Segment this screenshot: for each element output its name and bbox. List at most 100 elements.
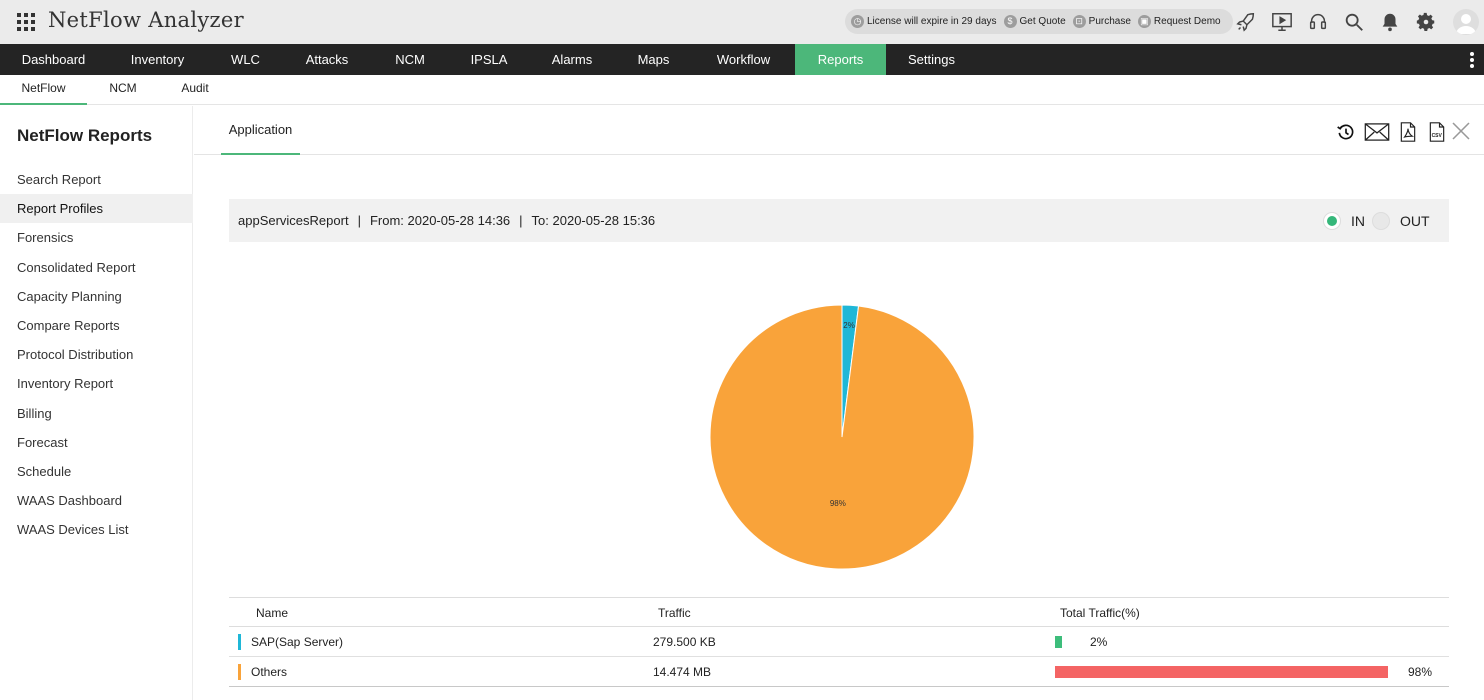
row-traffic: 279.500 KB	[653, 635, 716, 649]
cart-icon: ⊡	[1072, 15, 1086, 28]
sidebar-item-consolidated-report[interactable]: Consolidated Report	[0, 253, 193, 282]
clock-icon: ◷	[851, 15, 864, 28]
gear-icon[interactable]	[1412, 8, 1440, 36]
row-traffic: 14.474 MB	[653, 665, 712, 679]
pie-slice[interactable]	[709, 304, 975, 570]
subnav-netflow[interactable]: NetFlow	[0, 75, 87, 105]
sidebar-item-billing[interactable]: Billing	[0, 399, 193, 428]
license-expiry[interactable]: ◷ License will expire in 29 days	[851, 15, 997, 28]
subnav-audit[interactable]: Audit	[159, 75, 231, 105]
direction-out-option[interactable]: OUT	[1372, 199, 1430, 242]
direction-in-option[interactable]: IN	[1323, 199, 1365, 242]
request-demo-link[interactable]: ▣ Request Demo	[1137, 15, 1221, 28]
sidebar-item-forensics[interactable]: Forensics	[0, 223, 193, 252]
get-quote-label: Get Quote	[1019, 16, 1066, 27]
sidebar-item-inventory-report[interactable]: Inventory Report	[0, 369, 193, 398]
header-traffic[interactable]: Traffic	[658, 598, 691, 628]
row-name: SAP(Sap Server)	[251, 635, 344, 649]
nav-settings[interactable]: Settings	[886, 44, 977, 75]
presentation-icon[interactable]	[1268, 8, 1296, 36]
row-percent: 98%	[1408, 665, 1433, 679]
nav-wlc[interactable]: WLC	[208, 44, 283, 75]
sidebar-item-compare-reports[interactable]: Compare Reports	[0, 311, 193, 340]
out-label: OUT	[1400, 212, 1430, 229]
demo-icon: ▣	[1137, 15, 1151, 28]
request-demo-label: Request Demo	[1153, 16, 1221, 27]
table-row[interactable]: Others 14.474 MB 98%	[229, 657, 1449, 687]
in-radio[interactable]	[1323, 211, 1341, 230]
sidebar-item-waas-devices-list[interactable]: WAAS Devices List	[0, 515, 193, 544]
dollar-icon: $	[1003, 15, 1017, 28]
nav-reports[interactable]: Reports	[795, 44, 886, 75]
report-info-text: appServicesReport | From: 2020-05-28 14:36…	[238, 199, 655, 242]
row-percent: 2%	[1090, 635, 1108, 649]
sidebar-item-forecast[interactable]: Forecast	[0, 428, 193, 457]
search-icon[interactable]	[1340, 8, 1368, 36]
table-row[interactable]: SAP(Sap Server) 279.500 KB 2%	[229, 627, 1449, 657]
traffic-table: Name Traffic Total Traffic(%) SAP(Sap Se…	[229, 597, 1449, 687]
csv-icon[interactable]: CSV	[1425, 120, 1449, 144]
nav-attacks[interactable]: Attacks	[283, 44, 371, 75]
report-name: appServicesReport	[238, 213, 349, 228]
app-title: NetFlow Analyzer	[48, 8, 244, 32]
top-header: NetFlow Analyzer ◷ License will expire i…	[0, 0, 1484, 44]
nav-inventory[interactable]: Inventory	[107, 44, 208, 75]
nav-ncm[interactable]: NCM	[371, 44, 449, 75]
sidebar-item-search-report[interactable]: Search Report	[0, 165, 193, 194]
sidebar-item-capacity-planning[interactable]: Capacity Planning	[0, 282, 193, 311]
header-name[interactable]: Name	[256, 598, 288, 628]
separator: |	[357, 213, 361, 228]
subnav-ncm[interactable]: NCM	[87, 75, 159, 105]
pie-svg: 2% 98%	[709, 304, 975, 570]
user-avatar[interactable]	[1453, 9, 1479, 35]
more-options-icon[interactable]	[1470, 52, 1474, 68]
svg-text:CSV: CSV	[1432, 133, 1443, 139]
nav-ipsla[interactable]: IPSLA	[449, 44, 529, 75]
nav-alarms[interactable]: Alarms	[529, 44, 615, 75]
sidebar-list: Search Report Report Profiles Forensics …	[0, 165, 193, 544]
get-quote-link[interactable]: $ Get Quote	[1003, 15, 1066, 28]
report-content: Application CSV appServicesReport | From: …	[194, 106, 1484, 700]
sidebar-item-protocol-distribution[interactable]: Protocol Distribution	[0, 340, 193, 369]
tab-application[interactable]: Application	[221, 106, 300, 155]
in-label: IN	[1351, 212, 1365, 229]
nav-maps[interactable]: Maps	[615, 44, 692, 75]
row-name: Others	[251, 665, 288, 679]
sidebar-item-report-profiles[interactable]: Report Profiles	[0, 194, 193, 224]
bell-icon[interactable]	[1376, 8, 1404, 36]
sidebar-title: NetFlow Reports	[17, 126, 153, 145]
table-header: Name Traffic Total Traffic(%)	[229, 597, 1449, 627]
report-from: From: 2020-05-28 14:36	[369, 213, 511, 228]
traffic-percent-bar	[1055, 636, 1062, 648]
pie-slice-label: 2%	[843, 321, 855, 330]
close-icon[interactable]	[1452, 122, 1470, 140]
traffic-percent-bar	[1055, 666, 1388, 678]
nav-dashboard[interactable]: Dashboard	[0, 44, 107, 75]
series-color-marker	[238, 634, 241, 650]
nav-workflow[interactable]: Workflow	[692, 44, 795, 75]
main-nav: Dashboard Inventory WLC Attacks NCM IPSL…	[0, 44, 1484, 75]
sidebar-item-waas-dashboard[interactable]: WAAS Dashboard	[0, 486, 193, 515]
email-icon[interactable]	[1363, 120, 1391, 144]
app-grid-icon[interactable]	[17, 13, 35, 31]
license-pill: ◷ License will expire in 29 days $ Get Q…	[845, 9, 1233, 34]
content-tabs: Application CSV	[194, 106, 1484, 155]
license-expiry-text: License will expire in 29 days	[867, 16, 997, 27]
purchase-link[interactable]: ⊡ Purchase	[1072, 15, 1131, 28]
report-to: To: 2020-05-28 15:36	[531, 213, 656, 228]
pie-slice-label: 98%	[830, 499, 846, 508]
rocket-icon[interactable]	[1232, 8, 1260, 36]
header-total-traffic[interactable]: Total Traffic(%)	[1060, 598, 1140, 628]
schedule-icon[interactable]	[1334, 120, 1358, 144]
headset-icon[interactable]	[1304, 8, 1332, 36]
series-color-marker	[238, 664, 241, 680]
out-radio[interactable]	[1372, 211, 1390, 230]
report-info-bar: appServicesReport | From: 2020-05-28 14:36…	[229, 199, 1449, 242]
sidebar: NetFlow Reports Search Report Report Pro…	[0, 106, 193, 700]
sidebar-item-schedule[interactable]: Schedule	[0, 457, 193, 486]
separator: |	[519, 213, 523, 228]
sub-nav: NetFlow NCM Audit	[0, 75, 1484, 105]
pdf-icon[interactable]	[1396, 120, 1420, 144]
purchase-label: Purchase	[1088, 16, 1131, 27]
traffic-pie-chart: 2% 98%	[708, 303, 976, 571]
